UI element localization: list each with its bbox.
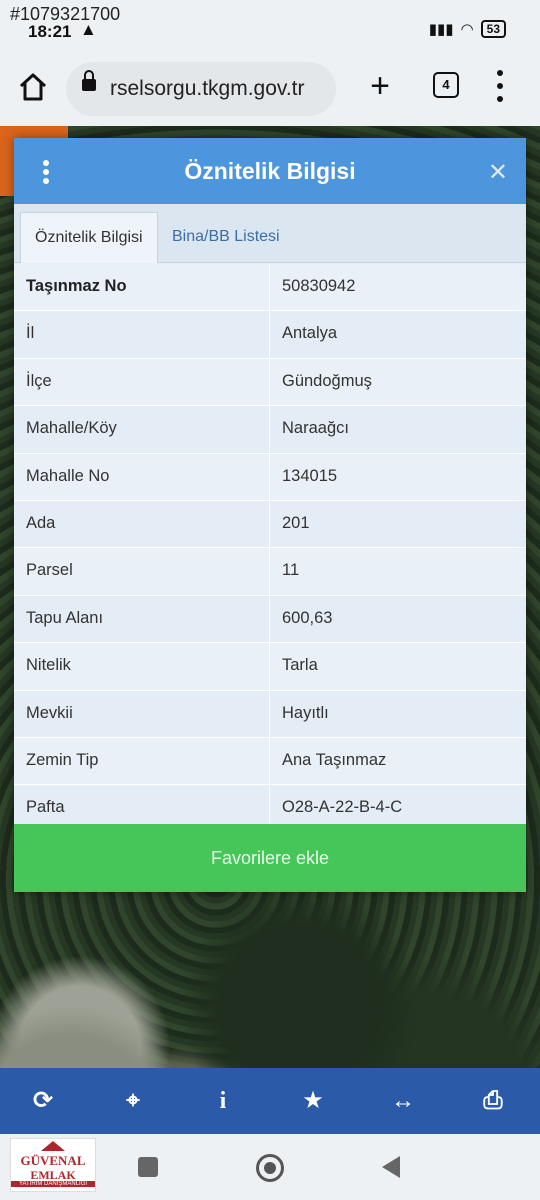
table-row: Nitelik Tarla [14,643,526,691]
table-row: Mahalle No 134015 [14,453,526,501]
tab-switcher-button[interactable]: 4 [433,72,459,98]
attribute-value: 50830942 [282,277,356,295]
agency-logo: GÜVENAL EMLAK YATIRIM DANIŞMANLIĞI [10,1138,96,1192]
logo-name: GÜVENAL [20,1153,86,1168]
measure-icon[interactable]: ↔ [388,1086,418,1116]
lock-icon [82,70,96,91]
attribute-value: 134015 [282,466,338,485]
column-divider [269,690,270,737]
attribute-key: Mahalle No [26,466,110,485]
attribute-value: 201 [282,513,310,532]
refresh-icon[interactable]: ⟳ [28,1086,58,1116]
table-row: Tapu Alanı 600,63 [14,595,526,644]
table-row: Parsel 11 [14,548,526,596]
info-icon[interactable]: i [208,1086,238,1116]
column-divider [269,500,270,548]
table-row: İlçe Gündoğmuş [14,358,526,407]
new-tab-button[interactable]: + [364,66,396,106]
attribute-key: Parsel [26,561,73,580]
locate-icon[interactable]: ⌖ [118,1086,148,1116]
column-divider [269,311,270,358]
attribute-key: İl [26,324,35,343]
browser-toolbar: rselsorgu.tkgm.gov.tr + 4 [0,56,540,127]
close-icon: ✕ [487,159,508,186]
home-nav-button[interactable] [256,1154,284,1182]
map-toolbar: ⟳ ⌖ i ★ ↔ ⎙ [0,1068,540,1134]
column-divider [269,548,270,595]
attribute-value: Naraağcı [282,419,349,438]
attribute-value: 600,63 [282,608,333,627]
column-divider [269,737,270,785]
attribute-key: Ada [26,513,56,532]
column-divider [269,453,270,500]
status-icons: ▮▮▮ ◠ 53 [429,20,506,38]
attribute-key: Nitelik [26,656,71,675]
attribute-value: Tarla [282,656,318,675]
tab-building-list[interactable]: Bina/BB Listesi [158,212,294,262]
attribute-key: Mevkii [26,703,73,722]
print-icon[interactable]: ⎙ [478,1086,508,1116]
table-row: Taşınmaz No 50830942 [14,264,526,312]
column-divider [269,406,270,453]
browser-menu-button[interactable] [490,68,510,104]
close-button[interactable]: ✕ [488,158,508,187]
attribute-key: Taşınmaz No [26,277,127,295]
column-divider [269,358,270,406]
attribute-value: 11 [282,561,300,580]
dialog-title: Öznitelik Bilgisi [184,158,356,184]
menu-dot [497,83,503,89]
logo-tagline: YATIRIM DANIŞMANLIĞI [11,1181,95,1187]
attribute-table: Taşınmaz No 50830942 İl Antalya İlçe Gündoğmu… [14,264,526,833]
table-row: Mevkii Hayıtlı [14,690,526,738]
wifi-icon: ◠ [460,21,474,38]
column-divider [269,595,270,643]
plus-icon: + [370,67,390,105]
table-row: Zemin Tip Ana Taşınmaz [14,737,526,786]
url-text: rselsorgu.tkgm.gov.tr [110,77,305,100]
star-icon[interactable]: ★ [298,1086,328,1116]
house-icon [41,1141,65,1151]
attribute-key: İlçe [26,371,52,390]
signal-icon: ▮▮▮ [428,21,454,38]
table-row: Mahalle/Köy Naraağcı [14,406,526,454]
column-divider [269,643,270,690]
attribute-key: Tapu Alanı [26,608,104,627]
dialog-header: Öznitelik Bilgisi ✕ [14,138,526,204]
attribute-value: Ana Taşınmaz [282,750,387,769]
table-row: İl Antalya [14,311,526,359]
tab-attribute-info[interactable]: Öznitelik Bilgisi [20,212,158,263]
status-bar: #1079321700 18:21 ▲ ▮▮▮ ◠ 53 [0,0,540,56]
add-favorite-button[interactable]: Favorilere ekle [14,824,526,892]
home-icon [19,73,47,101]
back-button[interactable] [382,1156,400,1178]
attribute-key: Pafta [26,798,65,817]
attribute-value: Gündoğmuş [282,371,372,390]
attribute-key: Zemin Tip [26,750,99,769]
attribute-dialog: Öznitelik Bilgisi ✕ Öznitelik Bilgisi Bi… [14,138,526,892]
warning-icon: ▲ [80,20,97,39]
dialog-tabs: Öznitelik Bilgisi Bina/BB Listesi [14,204,526,263]
attribute-key: Mahalle/Köy [26,419,117,438]
column-divider [269,264,270,311]
attribute-value: O28-A-22-B-4-C [282,798,403,817]
recent-apps-button[interactable] [138,1157,158,1177]
attribute-value: Hayıtlı [282,703,329,722]
menu-dot [497,96,503,102]
menu-dot [497,70,503,76]
table-row: Ada 201 [14,500,526,549]
clock: 18:21 [28,22,72,41]
battery-icon: 53 [480,20,506,38]
attribute-value: Antalya [282,324,338,343]
home-button[interactable] [16,70,50,104]
address-bar[interactable]: rselsorgu.tkgm.gov.tr [66,62,336,116]
